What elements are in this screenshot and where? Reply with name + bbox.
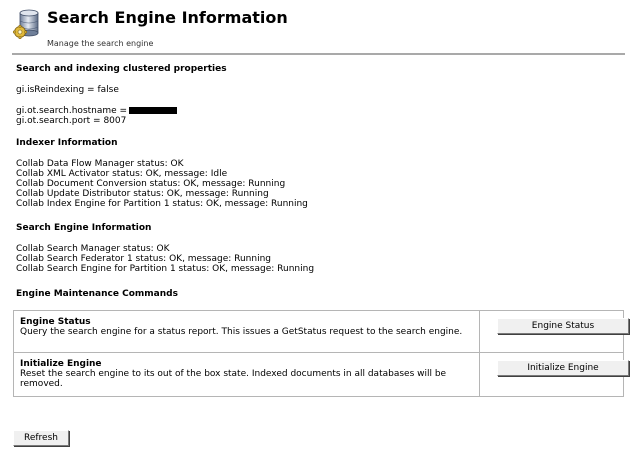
hostname-property: gi.ot.search.hostname = <box>16 106 178 116</box>
command-description-cell: Initialize Engine Reset the search engin… <box>14 353 480 396</box>
indexer-status-line: Collab Document Conversion status: OK, m… <box>16 179 286 189</box>
search-engine-information-heading: Search Engine Information <box>16 223 152 233</box>
search-status-line: Collab Search Federator 1 status: OK, me… <box>16 254 272 264</box>
command-title: Initialize Engine <box>20 359 102 369</box>
engine-status-button[interactable]: Engine Status <box>497 318 629 334</box>
maintenance-commands-table: Engine Status Query the search engine fo… <box>13 310 629 397</box>
refresh-button[interactable]: Refresh <box>13 430 69 446</box>
page-header: Search Engine Information Manage the sea… <box>0 0 630 56</box>
search-status-line: Collab Search Manager status: OK <box>16 244 170 254</box>
engine-maintenance-heading: Engine Maintenance Commands <box>16 289 178 299</box>
command-title: Engine Status <box>20 317 91 327</box>
reindexing-property: gi.isReindexing = false <box>16 85 119 95</box>
database-gear-icon <box>12 9 42 39</box>
search-status-line: Collab Search Engine for Partition 1 sta… <box>16 264 315 274</box>
page-subtitle: Manage the search engine <box>47 39 154 48</box>
indexer-status-line: Collab Update Distributor status: OK, me… <box>16 189 269 199</box>
indexer-status-line: Collab XML Activator status: OK, message… <box>16 169 228 179</box>
indexer-information-heading: Indexer Information <box>16 138 118 148</box>
indexer-status-line: Collab Data Flow Manager status: OK <box>16 159 184 169</box>
command-row-initialize-engine: Initialize Engine Reset the search engin… <box>14 353 629 396</box>
indexer-status-line: Collab Index Engine for Partition 1 stat… <box>16 199 308 209</box>
clustered-properties-heading: Search and indexing clustered properties <box>16 64 227 74</box>
command-description: Query the search engine for a status rep… <box>20 327 463 337</box>
command-button-cell: Engine Status <box>480 311 629 352</box>
redacted-hostname <box>129 107 178 114</box>
hostname-label: gi.ot.search.hostname = <box>16 106 128 116</box>
command-description-cell: Engine Status Query the search engine fo… <box>14 311 480 352</box>
command-description: Reset the search engine to its out of th… <box>20 369 447 389</box>
initialize-engine-button[interactable]: Initialize Engine <box>497 360 629 376</box>
command-button-cell: Initialize Engine <box>480 353 629 396</box>
header-divider <box>12 53 625 55</box>
command-row-engine-status: Engine Status Query the search engine fo… <box>14 311 629 353</box>
port-property: gi.ot.search.port = 8007 <box>16 116 127 126</box>
page-title: Search Engine Information <box>47 8 288 27</box>
